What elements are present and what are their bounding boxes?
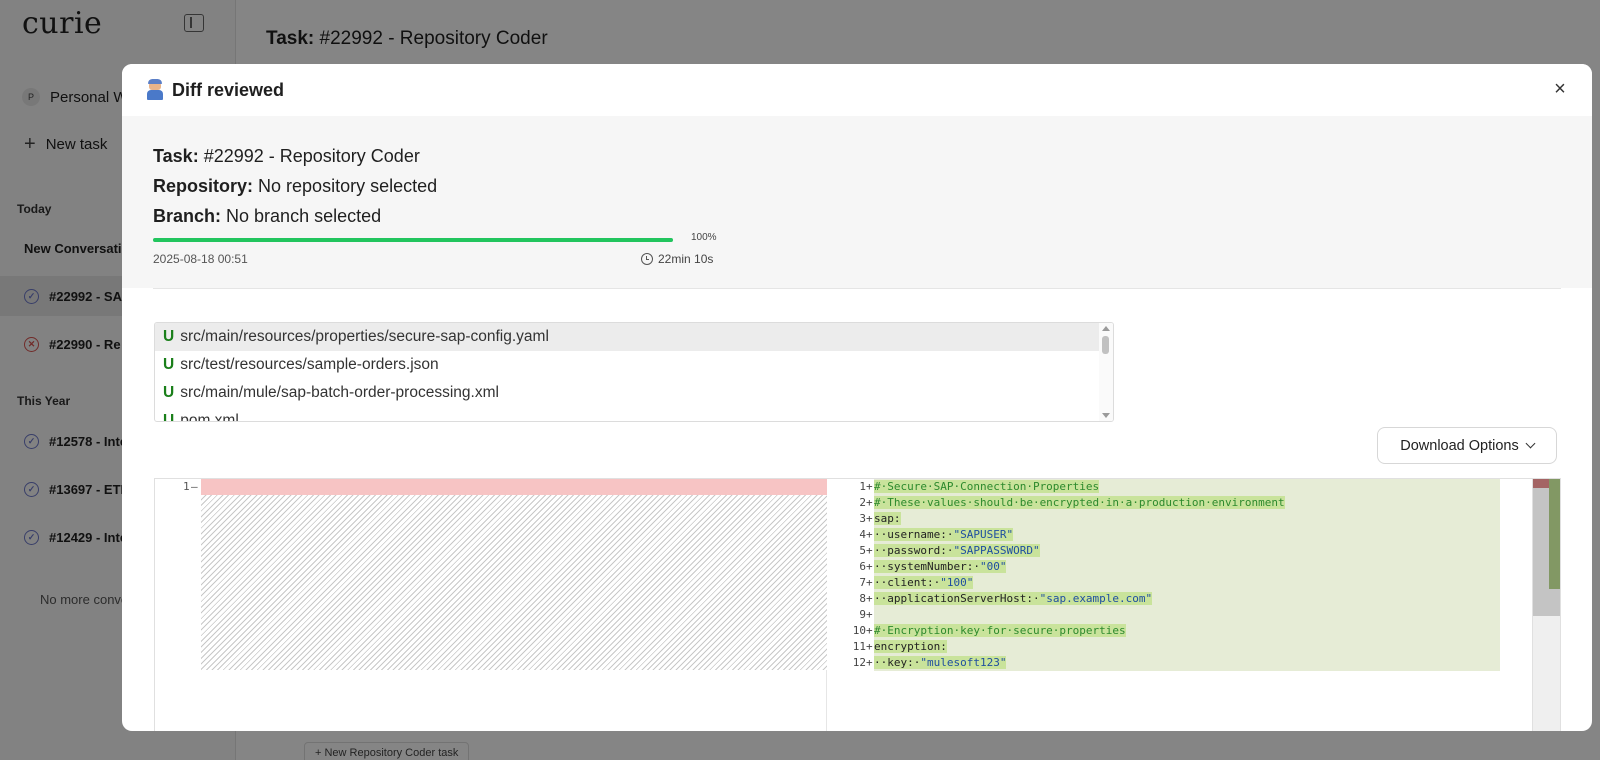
removed-marker: —	[191, 480, 198, 493]
added-marker: +	[866, 624, 873, 637]
diff-review-modal: Diff reviewed × Task: #22992 - Repositor…	[122, 64, 1592, 731]
repository-line: Repository: No repository selected	[153, 176, 438, 196]
diff-modified-pane[interactable]: 1 + #·Secure·SAP·Connection·Properties 2 + #·…	[828, 479, 1560, 731]
file-row[interactable]: U src/test/resources/sample-orders.json	[155, 351, 1099, 379]
diff-line: 9 +	[828, 607, 1560, 623]
scrollbar-thumb[interactable]	[1102, 336, 1109, 354]
added-marker: +	[866, 512, 873, 525]
added-marker: +	[866, 528, 873, 541]
file-row[interactable]: U src/main/resources/properties/secure-s…	[155, 323, 1099, 351]
diff-line: 11 + encryption:	[828, 639, 1560, 655]
progress-bar	[153, 238, 673, 242]
diff-overview-ruler[interactable]	[1532, 479, 1560, 731]
task-duration: 22min 10s	[641, 252, 713, 266]
added-marker: +	[866, 544, 873, 557]
changed-files-list[interactable]: U src/main/resources/properties/secure-s…	[154, 322, 1114, 422]
file-status-badge: U	[163, 412, 175, 422]
scroll-up-arrow-icon[interactable]	[1102, 326, 1110, 331]
code-text	[874, 607, 1500, 623]
file-status-badge: U	[163, 384, 175, 401]
code-text: #·Secure·SAP·Connection·Properties	[874, 479, 1500, 495]
code-text: sap:	[874, 511, 1500, 527]
removed-line	[201, 479, 827, 495]
branch-line: Branch: No branch selected	[153, 206, 382, 226]
code-text: ··password:·"SAPPASSWORD"	[874, 543, 1500, 559]
diff-viewer[interactable]: 1 — 1 + #·Secure·SAP·Connection·Properties…	[154, 478, 1561, 731]
code-text: #·These·values·should·be·encrypted·in·a·…	[874, 495, 1500, 511]
added-marker: +	[866, 608, 873, 621]
added-marker: +	[866, 640, 873, 653]
added-marker: +	[866, 576, 873, 589]
scroll-down-arrow-icon[interactable]	[1102, 413, 1110, 418]
modal-header: Diff reviewed ×	[122, 64, 1592, 116]
progress-percent: 100%	[691, 232, 717, 243]
line-number: 8	[859, 592, 866, 605]
diff-line: 4 + ··username:·"SAPUSER"	[828, 527, 1560, 543]
code-text: ··username:·"SAPUSER"	[874, 527, 1500, 543]
divider	[153, 288, 1561, 289]
file-path: src/main/resources/properties/secure-sap…	[180, 328, 549, 345]
file-row[interactable]: U src/main/mule/sap-batch-order-processi…	[155, 379, 1099, 407]
clock-icon	[641, 253, 653, 265]
diff-line: 10 + #·Encryption·key·for·secure·propertie…	[828, 623, 1560, 639]
progress-bar-fill	[153, 238, 673, 242]
added-lines: 1 + #·Secure·SAP·Connection·Properties 2 + #·…	[828, 479, 1560, 671]
file-row[interactable]: U pom.xml	[155, 407, 1099, 422]
ruler-viewport-slider[interactable]	[1533, 479, 1560, 616]
line-number: 5	[859, 544, 866, 557]
code-text: #·Encryption·key·for·secure·properties	[874, 623, 1500, 639]
chevron-down-icon	[1525, 438, 1536, 449]
empty-region	[201, 495, 827, 670]
file-status-badge: U	[163, 328, 175, 345]
code-text: ··applicationServerHost:·"sap.example.co…	[874, 591, 1500, 607]
code-text: ··client:·"100"	[874, 575, 1500, 591]
diff-line: 3 + sap:	[828, 511, 1560, 527]
file-path: src/main/mule/sap-batch-order-processing…	[180, 384, 499, 401]
line-number: 4	[859, 528, 866, 541]
file-list-scrollbar[interactable]	[1099, 323, 1113, 421]
file-path: pom.xml	[180, 412, 239, 422]
code-text: ··systemNumber:·"00"	[874, 559, 1500, 575]
diff-line: 7 + ··client:·"100"	[828, 575, 1560, 591]
added-marker: +	[866, 496, 873, 509]
download-options-button[interactable]: Download Options	[1377, 427, 1557, 464]
diff-line: 1 + #·Secure·SAP·Connection·Properties	[828, 479, 1560, 495]
diff-line: 6 + ··systemNumber:·"00"	[828, 559, 1560, 575]
file-status-badge: U	[163, 356, 175, 373]
modal-title: Diff reviewed	[172, 79, 285, 100]
line-number: 7	[859, 576, 866, 589]
line-number: 1	[183, 480, 190, 493]
task-info-panel: Task: #22992 - Repository Coder Reposito…	[122, 116, 1592, 288]
line-number: 2	[859, 496, 866, 509]
line-number: 12	[852, 656, 866, 669]
added-marker: +	[866, 560, 873, 573]
line-number: 6	[859, 560, 866, 573]
close-icon[interactable]: ×	[1550, 79, 1570, 99]
added-marker: +	[866, 592, 873, 605]
task-date: 2025-08-18 00:51	[153, 252, 248, 266]
diff-line: 2 + #·These·values·should·be·encrypted·in·…	[828, 495, 1560, 511]
line-number: 1	[859, 480, 866, 493]
diff-line: 5 + ··password:·"SAPPASSWORD"	[828, 543, 1560, 559]
added-marker: +	[866, 656, 873, 669]
line-number: 11	[852, 640, 866, 653]
added-marker: +	[866, 480, 873, 493]
line-number: 3	[859, 512, 866, 525]
diff-original-pane[interactable]: 1 —	[155, 479, 827, 731]
file-path: src/test/resources/sample-orders.json	[180, 356, 439, 373]
diff-line: 8 + ··applicationServerHost:·"sap.example.…	[828, 591, 1560, 607]
diff-line: 12 + ··key:·"mulesoft123"	[828, 655, 1560, 671]
code-text: ··key:·"mulesoft123"	[874, 655, 1500, 671]
line-number: 10	[852, 624, 866, 637]
code-text: encryption:	[874, 639, 1500, 655]
coder-agent-icon	[146, 79, 164, 100]
task-line: Task: #22992 - Repository Coder	[153, 146, 420, 166]
line-number: 9	[859, 608, 866, 621]
